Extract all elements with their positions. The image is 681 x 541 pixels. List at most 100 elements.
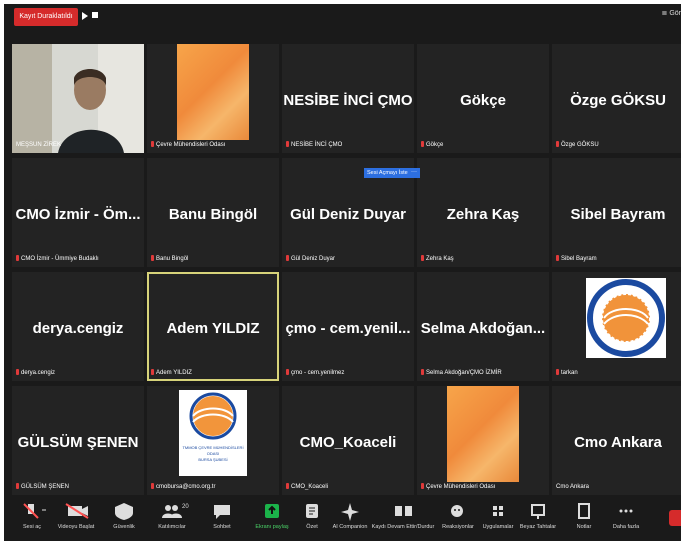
participant-display-name: Gökçe (460, 92, 506, 109)
participant-name: Gül Deniz Duyar (286, 255, 335, 264)
ask-to-unmute-button[interactable]: Sesi Açmayı İste (364, 168, 411, 178)
view-button[interactable]: ≣ Gör (662, 8, 681, 20)
mic-muted-icon (421, 483, 424, 489)
participant-tile[interactable]: CMO_Koaceli CMO_Koaceli (282, 386, 414, 495)
mic-muted-icon (421, 255, 424, 261)
participant-display-name: Sibel Bayram (570, 206, 666, 223)
participant-display-name: CMO_Koaceli (299, 434, 397, 451)
participants-icon (144, 500, 200, 522)
participant-display-name: Banu Bingöl (168, 206, 258, 223)
chat-icon (194, 500, 250, 522)
participants-count: 20 (182, 504, 189, 510)
mic-muted-icon (151, 141, 154, 147)
toolbar-chat[interactable]: Sohbet (194, 500, 250, 532)
person-video-icon (12, 44, 144, 153)
recording-paused-badge[interactable]: Kayıt Duraklatıldı (14, 8, 78, 26)
mic-muted-icon (286, 255, 289, 261)
mic-muted-icon (421, 369, 424, 375)
participant-name: Gökçe (421, 141, 443, 150)
participant-tile[interactable]: Özge GÖKSU Özge GÖKSU (552, 44, 681, 153)
participant-display-name: Zehra Kaş (446, 206, 520, 223)
mic-muted-icon (286, 369, 289, 375)
participant-tile[interactable]: Sibel Bayram Sibel Bayram (552, 158, 681, 267)
participant-tile[interactable]: Cmo Ankara Cmo Ankara (552, 386, 681, 495)
participant-name: derya.cengiz (16, 369, 55, 378)
mic-muted-icon (556, 141, 559, 147)
participant-name: Adem YILDIZ (151, 369, 192, 378)
participant-display-name: GÜLSÜM ŞENEN (17, 434, 139, 451)
mic-muted-icon (151, 483, 154, 489)
cmo-bursa-logo-mark (189, 392, 237, 440)
participant-tile[interactable]: MEŞSUN ZİREK (12, 44, 144, 153)
participant-tile[interactable]: çmo - cem.yenil... çmo - cem.yenilmez (282, 272, 414, 381)
record-icon (368, 500, 438, 522)
mic-muted-icon (16, 483, 19, 489)
participant-name: Cmo Ankara (556, 484, 590, 490)
participant-tile[interactable]: Selma Akdoğan... Selma Akdoğan/ÇMO İZMİR (417, 272, 549, 381)
meeting-toolbar: Sesi aç Videoyu Başlat Güvenlik Katılımc… (4, 498, 681, 541)
participant-grid: MEŞSUN ZİREK Çevre Mühendisleri Odası NE… (10, 44, 681, 498)
participant-display-name: Adem YILDIZ (166, 320, 260, 337)
cmo-bursa-logo-text: TMMOB ÇEVRE MÜHENDİSLERİ ODASI BURSA ŞUB… (182, 445, 244, 462)
participant-tile[interactable]: Gökçe Gökçe (417, 44, 549, 153)
participant-name: çmo - cem.yenilmez (286, 369, 344, 378)
participant-tile[interactable]: CMO İzmir - Öm... CMO İzmir - Ümmiye Bud… (12, 158, 144, 267)
toolbar-record[interactable]: Kaydı Devam Ettir/Durdur (368, 500, 438, 532)
active-speaker-tile[interactable]: Adem YILDIZ Adem YILDIZ (147, 272, 279, 381)
mic-muted-icon (16, 255, 19, 261)
participant-display-name: Selma Akdoğan... (420, 320, 546, 337)
participant-display-name: Özge GÖKSU (570, 92, 666, 109)
end-meeting-button[interactable] (669, 510, 681, 526)
participant-display-name: NESİBE İNCİ ÇMO (283, 92, 413, 109)
cmo-bursa-logo: TMMOB ÇEVRE MÜHENDİSLERİ ODASI BURSA ŞUB… (179, 390, 247, 476)
mic-muted-icon (421, 141, 424, 147)
participant-name: Sibel Bayram (556, 255, 597, 264)
participant-tile[interactable]: tarkan (552, 272, 681, 381)
zoom-meeting-window: Kayıt Duraklatıldı ≣ Gör MEŞSUN ZİREK Çe (4, 4, 681, 541)
participant-name: CMO İzmir - Ümmiye Budaklı (16, 255, 99, 264)
participant-tile[interactable]: Banu Bingöl Banu Bingöl (147, 158, 279, 267)
participant-tile[interactable]: GÜLSÜM ŞENEN GÜLSÜM ŞENEN (12, 386, 144, 495)
participant-display-name: derya.cengiz (32, 320, 124, 337)
resume-recording-icon[interactable] (82, 12, 88, 20)
participant-tile[interactable]: Çevre Mühendisleri Odası (417, 386, 549, 495)
mic-muted-icon (286, 483, 289, 489)
mic-muted-icon (151, 255, 154, 261)
cmo-istanbul-logo (586, 278, 666, 358)
participant-name: Özge GÖKSU (556, 141, 599, 150)
participant-name: Selma Akdoğan/ÇMO İZMİR (421, 369, 502, 378)
participant-name: NESİBE İNCİ ÇMO (286, 141, 342, 150)
participant-tile[interactable]: derya.cengiz derya.cengiz (12, 272, 144, 381)
blurred-video (447, 386, 519, 482)
toolbar-more[interactable]: Daha fazla (598, 500, 654, 532)
mic-muted-icon (286, 141, 289, 147)
toolbar-participants[interactable]: Katılımcılar 20 (144, 500, 200, 532)
mic-muted-icon (556, 369, 559, 375)
participant-display-name: Cmo Ankara (574, 434, 662, 451)
stop-recording-icon[interactable] (92, 12, 98, 18)
blurred-video (177, 44, 249, 140)
participant-name: Zehra Kaş (421, 255, 454, 264)
participant-tile[interactable]: Zehra Kaş Zehra Kaş (417, 158, 549, 267)
more-icon (598, 500, 654, 522)
mic-muted-icon (556, 255, 559, 261)
participant-name: GÜLSÜM ŞENEN (16, 483, 69, 492)
mic-muted-icon (16, 369, 19, 375)
participant-name: Çevre Mühendisleri Odası (151, 141, 225, 150)
participant-name: CMO_Koaceli (286, 483, 328, 492)
participant-tile[interactable]: Çevre Mühendisleri Odası (147, 44, 279, 153)
mic-muted-icon (151, 369, 154, 375)
participant-display-name: Gül Deniz Duyar (290, 206, 406, 223)
participant-name: MEŞSUN ZİREK (16, 142, 62, 148)
participant-name: cmobursa@cmo.org.tr (151, 483, 215, 492)
participant-video (12, 44, 144, 153)
participant-name: Çevre Mühendisleri Odası (421, 483, 495, 492)
more-options-button[interactable]: ··· (408, 168, 420, 178)
participant-display-name: CMO İzmir - Öm... (15, 206, 141, 223)
participant-name: tarkan (556, 369, 578, 378)
participant-tile[interactable]: TMMOB ÇEVRE MÜHENDİSLERİ ODASI BURSA ŞUB… (147, 386, 279, 495)
participant-display-name: çmo - cem.yenil... (285, 320, 411, 337)
participant-tile[interactable]: NESİBE İNCİ ÇMO NESİBE İNCİ ÇMO (282, 44, 414, 153)
participant-name: Banu Bingöl (151, 255, 188, 264)
top-bar: Kayıt Duraklatıldı ≣ Gör (4, 4, 681, 42)
